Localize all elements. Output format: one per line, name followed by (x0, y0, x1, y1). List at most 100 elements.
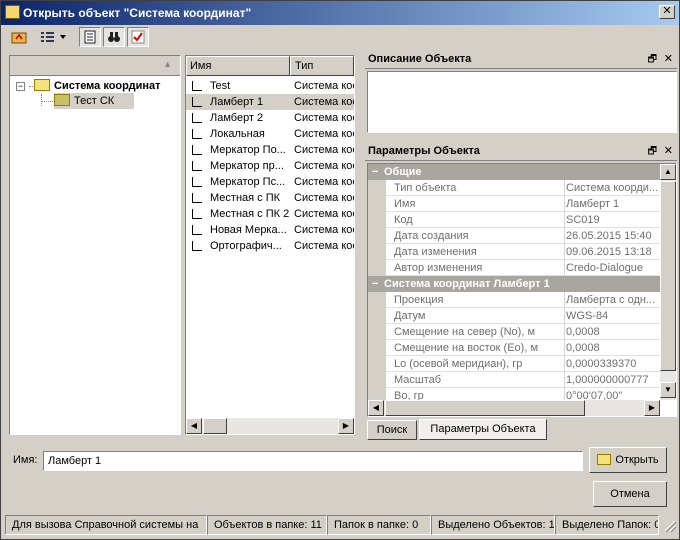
property-name: Автор изменения (394, 262, 483, 274)
list-item-type: Система коорд (294, 80, 354, 92)
property-name: Lo (осевой меридиан), гр (394, 358, 523, 370)
collapse-group-icon[interactable]: − (372, 164, 378, 180)
up-folder-button[interactable] (7, 27, 31, 47)
list-item[interactable]: Местная с ПК 2 Система коорд (186, 206, 354, 222)
list-item[interactable]: Меркатор пр... Система коорд (186, 158, 354, 174)
property-value: 0,0000339370 (566, 358, 637, 370)
scroll-right-arrow-icon[interactable]: ▶ (644, 400, 660, 416)
property-value: Система коорди... (566, 182, 658, 194)
tree-item-root[interactable]: Система координат (34, 78, 161, 94)
list-item[interactable]: Ортографич... Система коорд (186, 238, 354, 254)
column-divider (564, 228, 565, 244)
scroll-left-arrow-icon[interactable]: ◀ (368, 400, 384, 416)
list-item[interactable]: Меркатор Пс... Система коорд (186, 174, 354, 190)
property-name: Дата создания (394, 230, 469, 242)
tab-search[interactable]: Поиск (367, 420, 417, 440)
list-item-name: Локальная (210, 128, 265, 140)
row-gutter (368, 388, 386, 400)
property-value: 0°00'07,00" (566, 390, 623, 400)
row-gutter (368, 244, 386, 260)
property-row[interactable]: Дата изменения 09.06.2015 13:18 (368, 244, 660, 260)
close-button[interactable]: ✕ (659, 5, 675, 19)
name-input[interactable]: Ламберт 1 (43, 451, 583, 471)
resize-grip[interactable] (661, 517, 677, 533)
scroll-thumb[interactable] (385, 400, 585, 416)
row-gutter (368, 308, 386, 324)
row-gutter (368, 324, 386, 340)
find-button[interactable] (103, 27, 125, 47)
list-item[interactable]: Test Система коорд (186, 78, 354, 94)
property-row[interactable]: Автор изменения Credo-Dialogue (368, 260, 660, 276)
column-header-name[interactable]: Имя (186, 56, 290, 76)
properties-button[interactable] (79, 27, 101, 47)
coordinate-system-icon (192, 81, 202, 91)
property-group[interactable]: − Система координат Ламберт 1 (368, 276, 660, 292)
column-header-type[interactable]: Тип (290, 56, 354, 76)
close-panel-icon[interactable]: ✕ (664, 52, 673, 65)
list-item[interactable]: Ламберт 2 Система коорд (186, 110, 354, 126)
property-row[interactable]: Имя Ламберт 1 (368, 196, 660, 212)
parameters-panel: Параметры Объекта 🗗 ✕ − Общие Тип объекта С… (363, 141, 679, 440)
property-row[interactable]: Масштаб 1,000000000777 (368, 372, 660, 388)
collapse-group-icon[interactable]: − (372, 276, 378, 292)
property-name: Bo, гр (394, 390, 424, 400)
property-row[interactable]: Тип объекта Система коорди... (368, 180, 660, 196)
list-view-icon (41, 32, 66, 42)
list-item-type: Система коорд (294, 240, 354, 252)
open-button-label: Открыть (615, 454, 659, 466)
folder-icon (54, 94, 70, 106)
property-name: Тип объекта (394, 182, 457, 194)
check-button[interactable] (127, 27, 149, 47)
cancel-button[interactable]: Отмена (593, 481, 667, 507)
property-row[interactable]: Lo (осевой меридиан), гр 0,0000339370 (368, 356, 660, 372)
property-group[interactable]: − Общие (368, 164, 660, 180)
close-panel-icon[interactable]: ✕ (664, 144, 673, 157)
column-divider (564, 196, 565, 212)
property-row[interactable]: Проекция Ламберта с одн... (368, 292, 660, 308)
coordinate-system-icon (192, 129, 202, 139)
property-row[interactable]: Смещение на восток (Eo), м 0,0008 (368, 340, 660, 356)
list-item[interactable]: Ламберт 1 Система коорд (186, 94, 354, 110)
list-item[interactable]: Меркатор По... Система коорд (186, 142, 354, 158)
property-value: 09.06.2015 13:18 (566, 246, 652, 258)
scroll-down-arrow-icon[interactable]: ▼ (660, 382, 676, 398)
property-name: Дата изменения (394, 246, 477, 258)
list-hscrollbar[interactable]: ◀ ▶ (186, 418, 354, 434)
property-row[interactable]: Дата создания 26.05.2015 15:40 (368, 228, 660, 244)
tab-parameters[interactable]: Параметры Объекта (419, 419, 547, 440)
property-value: 0,0008 (566, 342, 600, 354)
scroll-thumb[interactable] (203, 418, 227, 434)
list-item[interactable]: Местная с ПК Система коорд (186, 190, 354, 206)
property-hscrollbar[interactable]: ◀ ▶ (368, 400, 660, 416)
resize-grip-icon (664, 520, 677, 533)
list-item[interactable]: Локальная Система коорд (186, 126, 354, 142)
status-selected-objects: Выделено Объектов: 1 (431, 515, 555, 535)
property-row[interactable]: Bo, гр 0°00'07,00" (368, 388, 660, 400)
scroll-up-arrow-icon[interactable]: ▲ (660, 164, 676, 180)
collapse-toggle[interactable]: − (16, 82, 25, 91)
open-button[interactable]: Открыть (589, 447, 667, 473)
name-label: Имя: (13, 454, 38, 466)
view-mode-button[interactable] (37, 27, 73, 47)
property-vscrollbar[interactable]: ▲ ▼ (660, 164, 676, 400)
list-item-name: Ламберт 1 (210, 96, 264, 108)
tree-item-test-sk[interactable]: Тест СК (54, 93, 135, 109)
property-name: Код (394, 214, 413, 226)
coordinate-system-icon (192, 113, 202, 123)
scroll-right-arrow-icon[interactable]: ▶ (338, 418, 354, 434)
column-divider (564, 180, 565, 196)
sort-ascending-icon: ▲ (163, 59, 172, 69)
restore-icon[interactable]: 🗗 (648, 52, 657, 69)
tree-header[interactable]: ▲ (10, 56, 180, 76)
row-gutter (368, 180, 386, 196)
property-row[interactable]: Смещение на север (No), м 0,0008 (368, 324, 660, 340)
property-row[interactable]: Датум WGS-84 (368, 308, 660, 324)
property-row[interactable]: Код SC019 (368, 212, 660, 228)
scroll-thumb[interactable] (660, 181, 676, 371)
list-item[interactable]: Новая Мерка... Система коорд (186, 222, 354, 238)
description-panel-title: Описание Объекта (365, 49, 677, 69)
row-gutter (368, 340, 386, 356)
restore-icon[interactable]: 🗗 (648, 144, 657, 161)
tree-item-label: Тест СК (74, 95, 115, 107)
scroll-left-arrow-icon[interactable]: ◀ (186, 418, 202, 434)
